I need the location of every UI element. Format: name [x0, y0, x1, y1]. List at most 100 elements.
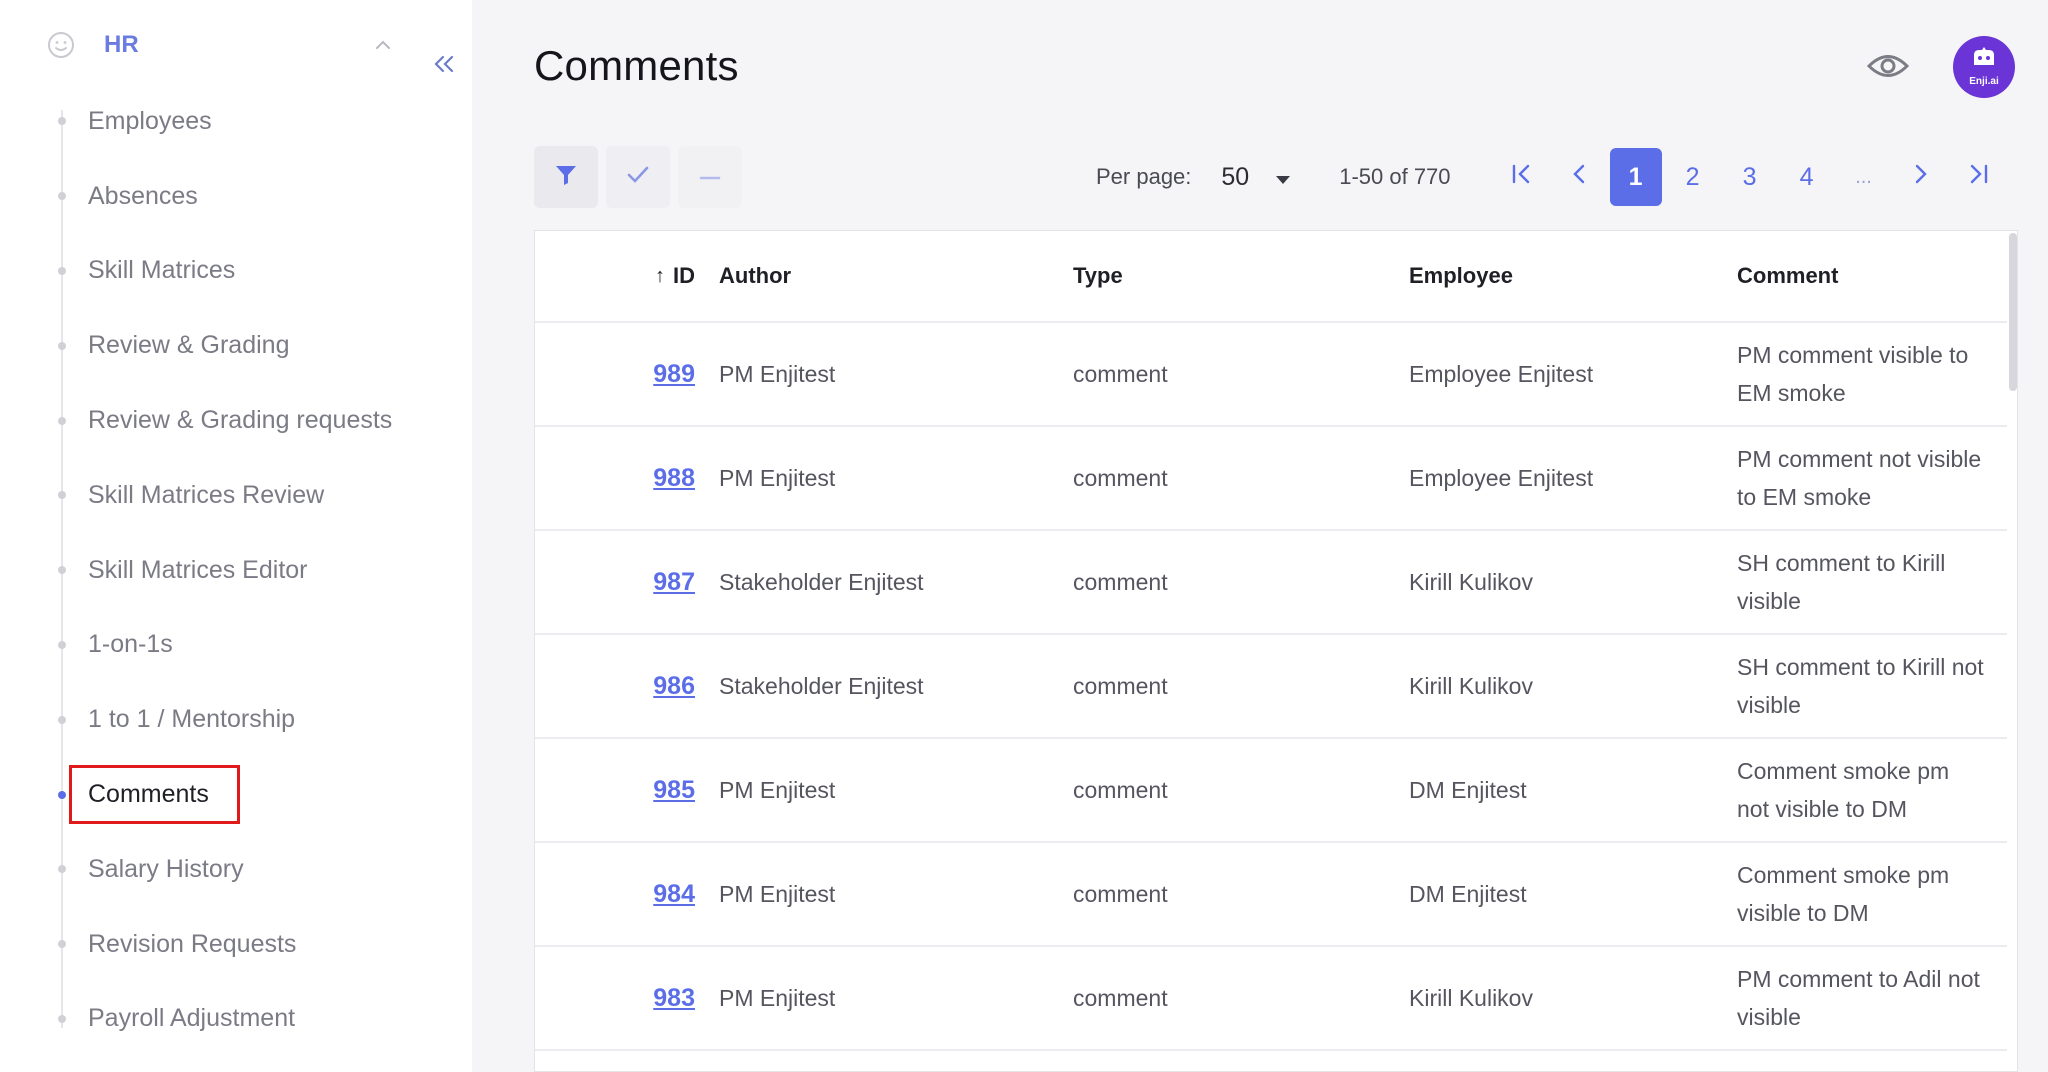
column-header-employee[interactable]: Employee	[1409, 231, 1729, 321]
avatar-label: Enji.ai	[1969, 76, 1999, 87]
row-employee: Kirill Kulikov	[1409, 672, 1533, 699]
sidebar-item-absences[interactable]: Absences	[0, 159, 472, 234]
page-button-3[interactable]: 3	[1724, 148, 1776, 206]
sidebar-item-label: 1-on-1s	[88, 630, 173, 659]
filter-icon	[554, 163, 578, 192]
select-all-button[interactable]	[606, 146, 670, 208]
sidebar-section-title: HR	[104, 31, 139, 58]
row-author: PM Enjitest	[719, 360, 836, 387]
sidebar-item-label: Skill Matrices Review	[88, 480, 325, 509]
nav-dot	[58, 566, 66, 575]
page-button-1[interactable]: 1	[1609, 148, 1662, 206]
table-scrollbar[interactable]	[2009, 233, 2017, 391]
avatar[interactable]: Enji.ai	[1953, 36, 2015, 98]
column-header-label: ID	[673, 263, 695, 288]
page-button-2[interactable]: 2	[1667, 148, 1719, 206]
table-row[interactable]: 989 PM Enjitest comment Employee Enjites…	[535, 323, 2007, 427]
row-id-link[interactable]: 988	[653, 464, 695, 493]
next-page-button[interactable]	[1895, 148, 1947, 206]
row-employee: DM Enjitest	[1409, 880, 1527, 907]
row-employee: DM Enjitest	[1409, 776, 1527, 803]
table-row[interactable]: 987 Stakeholder Enjitest comment Kirill …	[535, 531, 2007, 635]
nav-dot	[58, 640, 66, 649]
row-comment: PM comment to Adil not visible	[1737, 966, 1980, 1030]
nav-dot	[58, 865, 66, 874]
chevron-left-icon	[1571, 163, 1587, 192]
row-type: comment	[1073, 984, 1168, 1011]
row-id-link[interactable]: 987	[653, 568, 695, 597]
row-id-link[interactable]: 983	[653, 984, 695, 1013]
filter-button[interactable]	[534, 146, 598, 208]
sidebar-item-employees[interactable]: Employees	[0, 84, 472, 159]
nav-dot	[58, 940, 66, 949]
sidebar-item-1-on-1s[interactable]: 1-on-1s	[0, 608, 472, 683]
row-id-link[interactable]: 986	[653, 672, 695, 701]
sidebar-item-label: Skill Matrices	[88, 256, 236, 285]
first-page-button[interactable]	[1496, 148, 1548, 206]
chevron-up-icon[interactable]	[368, 30, 398, 60]
row-id-link[interactable]: 989	[653, 360, 695, 389]
sidebar-item-review-grading-requests[interactable]: Review & Grading requests	[0, 383, 472, 458]
comments-table: ↑ ID Author Type Employee Comment 989 PM…	[534, 230, 2018, 1072]
row-author: PM Enjitest	[719, 776, 836, 803]
sidebar-item-label: Employees	[88, 106, 212, 135]
table-row[interactable]: 986 Stakeholder Enjitest comment Kirill …	[535, 635, 2007, 739]
row-id-link[interactable]: 985	[653, 776, 695, 805]
nav-dot	[58, 1014, 66, 1023]
sidebar-item-skill-matrices[interactable]: Skill Matrices	[0, 234, 472, 309]
sidebar-item-payroll-adjustment[interactable]: Payroll Adjustment	[0, 982, 472, 1057]
sidebar-item-comments[interactable]: Comments	[0, 757, 472, 832]
row-id-link[interactable]: 984	[653, 880, 695, 909]
sidebar-item-skill-matrices-review[interactable]: Skill Matrices Review	[0, 458, 472, 533]
row-comment: Comment smoke pm not visible to DM	[1737, 758, 1950, 822]
column-header-id[interactable]: ↑ ID	[605, 231, 695, 321]
sidebar-item-salary-history[interactable]: Salary History	[0, 832, 472, 907]
sidebar-item-label: Comments	[69, 765, 240, 825]
sidebar-nav: Employees Absences Skill Matrices Review…	[0, 84, 472, 1056]
per-page-select[interactable]: 50	[1221, 163, 1291, 192]
sidebar-section-hr[interactable]: HR	[46, 26, 406, 64]
row-type: comment	[1073, 360, 1168, 387]
nav-dot	[58, 790, 66, 799]
nav-dot	[58, 491, 66, 500]
nav-dot	[58, 416, 66, 425]
collapse-sidebar-button[interactable]	[426, 48, 462, 84]
sidebar-item-label: Salary History	[88, 854, 244, 883]
sidebar-item-label: Skill Matrices Editor	[88, 555, 308, 584]
table-row[interactable]: 984 PM Enjitest comment DM Enjitest Comm…	[535, 843, 2007, 947]
row-type: comment	[1073, 464, 1168, 491]
page-button-4[interactable]: 4	[1781, 148, 1833, 206]
table-row[interactable]: 985 PM Enjitest comment DM Enjitest Comm…	[535, 739, 2007, 843]
pagination-bar: Per page: 50 1-50 of 770 1 2 3 4 ...	[1096, 146, 2004, 208]
column-header-comment[interactable]: Comment	[1737, 231, 1987, 321]
page-ellipsis: ...	[1855, 165, 1872, 188]
row-employee: Employee Enjitest	[1409, 464, 1594, 491]
table-row[interactable]: 983 PM Enjitest comment Kirill Kulikov P…	[535, 947, 2007, 1051]
prev-page-button[interactable]	[1553, 148, 1605, 206]
row-type: comment	[1073, 568, 1168, 595]
page-nav: 1 2 3 4 ...	[1491, 148, 2004, 206]
row-author: PM Enjitest	[719, 984, 836, 1011]
row-type: comment	[1073, 880, 1168, 907]
view-toggle-button[interactable]	[1866, 46, 1910, 90]
row-employee: Kirill Kulikov	[1409, 568, 1533, 595]
sidebar-item-label: 1 to 1 / Mentorship	[88, 705, 296, 734]
table-header: ↑ ID Author Type Employee Comment	[535, 231, 2007, 323]
main-content: Comments Enji.ai Per page: 50 1-50 of 77…	[472, 0, 2048, 1072]
sidebar-item-review-grading[interactable]: Review & Grading	[0, 308, 472, 383]
row-author: PM Enjitest	[719, 880, 836, 907]
sidebar-item-label: Absences	[88, 181, 198, 210]
column-header-author[interactable]: Author	[719, 231, 1059, 321]
row-type: comment	[1073, 776, 1168, 803]
row-comment: Comment smoke pm visible to DM	[1737, 862, 1950, 926]
column-header-type[interactable]: Type	[1073, 231, 1373, 321]
sidebar-item-mentorship[interactable]: 1 to 1 / Mentorship	[0, 682, 472, 757]
enji-logo-icon	[1969, 47, 1999, 74]
row-employee: Employee Enjitest	[1409, 360, 1594, 387]
sidebar-item-revision-requests[interactable]: Revision Requests	[0, 907, 472, 982]
deselect-button[interactable]	[678, 146, 742, 208]
last-page-button[interactable]	[1952, 148, 2004, 206]
sidebar-item-skill-matrices-editor[interactable]: Skill Matrices Editor	[0, 533, 472, 608]
per-page-label: Per page:	[1096, 164, 1192, 189]
table-row[interactable]: 988 PM Enjitest comment Employee Enjites…	[535, 427, 2007, 531]
